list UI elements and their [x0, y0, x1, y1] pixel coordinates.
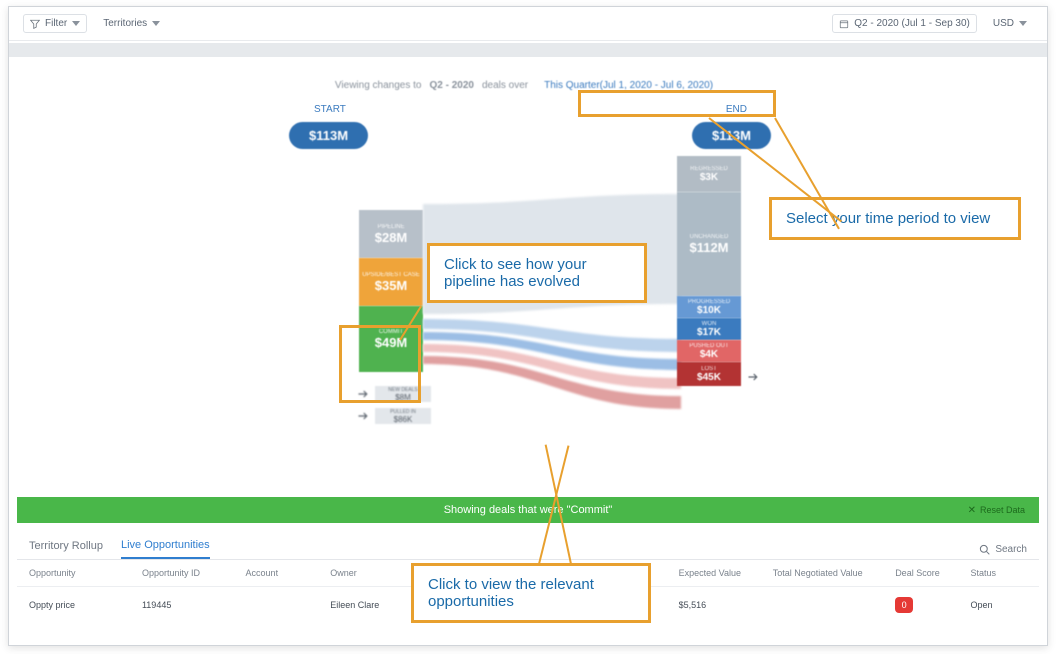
viewing-description: Viewing changes to Q2 - 2020 deals over …	[9, 77, 1047, 94]
end-category-stack: REGRESSED $3K UNCHANGED $112M PROGRESSED…	[677, 156, 741, 386]
banner-text: Showing deals that were "Commit"	[444, 504, 613, 516]
annotation-opps-text: Click to view the relevant opportunities	[428, 576, 594, 610]
annotation-relevant-opps: Click to view the relevant opportunities	[411, 563, 651, 623]
lower-tabs: Territory Rollup Live Opportunities Sear…	[17, 531, 1039, 560]
unchanged-label: UNCHANGED	[690, 234, 729, 240]
inflow-pulled-in[interactable]: PULLED IN $86K	[375, 408, 431, 424]
lost-value: $45K	[697, 372, 721, 383]
viewing-prefix: Viewing changes to	[335, 80, 422, 91]
category-lost[interactable]: LOST $45K	[677, 362, 741, 386]
won-label: WON	[702, 321, 717, 327]
deal-score-badge: 0	[895, 597, 913, 613]
period-selector-button[interactable]: Q2 - 2020 (Jul 1 - Sep 30)	[832, 14, 977, 33]
col-owner[interactable]: Owner	[330, 568, 415, 578]
reset-data-button[interactable]: ✕ Reset Data	[968, 505, 1025, 516]
territories-button[interactable]: Territories	[97, 15, 166, 32]
annotation-highlight-commit	[339, 325, 421, 403]
currency-button[interactable]: USD	[987, 15, 1033, 32]
pulled-in-value: $86K	[394, 415, 413, 424]
annotation-time-period-text: Select your time period to view	[786, 210, 990, 227]
col-status[interactable]: Status	[971, 568, 1027, 578]
start-label: START	[314, 104, 346, 115]
annotation-pipeline-text: Click to see how your pipeline has evolv…	[444, 256, 587, 290]
cell-expected: $5,516	[679, 600, 773, 610]
arrow-right-icon	[357, 410, 369, 422]
separator-bar	[9, 43, 1047, 57]
category-pushed-out[interactable]: PUSHED OUT $4K	[677, 340, 741, 362]
progressed-label: PROGRESSED	[688, 299, 730, 305]
col-account[interactable]: Account	[246, 568, 331, 578]
progressed-value: $10K	[697, 305, 721, 316]
start-value-pill[interactable]: $113M	[289, 122, 368, 149]
won-value: $17K	[697, 327, 721, 338]
regressed-value: $3K	[700, 172, 718, 183]
category-progressed[interactable]: PROGRESSED $10K	[677, 296, 741, 318]
cell-status: Open	[971, 600, 1027, 610]
chevron-down-icon	[72, 21, 80, 26]
currency-label: USD	[993, 18, 1014, 29]
upside-label: UPSIDE/BEST CASE	[362, 272, 420, 278]
tab-live-opportunities[interactable]: Live Opportunities	[121, 539, 210, 559]
category-upside[interactable]: UPSIDE/BEST CASE $35M	[359, 258, 423, 306]
regressed-label: REGRESSED	[690, 166, 728, 172]
col-expected-value[interactable]: Expected Value	[679, 568, 773, 578]
col-negotiated-value[interactable]: Total Negotiated Value	[773, 568, 895, 578]
cell-owner: Eileen Clare	[330, 600, 415, 610]
top-toolbar: Filter Territories Q2 - 2020 (Jul 1 - Se…	[9, 7, 1047, 41]
col-deal-score[interactable]: Deal Score	[895, 568, 970, 578]
unchanged-value: $112M	[689, 240, 728, 255]
tab-territory-rollup[interactable]: Territory Rollup	[29, 540, 103, 558]
territories-label: Territories	[103, 18, 147, 29]
category-unchanged[interactable]: UNCHANGED $112M	[677, 192, 741, 296]
cell-opportunity: Oppty price	[29, 600, 142, 610]
viewing-middle: deals over	[482, 80, 528, 91]
category-regressed[interactable]: REGRESSED $3K	[677, 156, 741, 192]
upside-value: $35M	[375, 278, 408, 293]
annotation-time-period: Select your time period to view	[769, 197, 1021, 240]
annotation-highlight-period	[578, 90, 776, 117]
pushed-label: PUSHED OUT	[689, 343, 728, 349]
pipeline-label: PIPELINE	[377, 224, 404, 230]
filter-banner: Showing deals that were "Commit" ✕ Reset…	[17, 497, 1039, 523]
reset-label: Reset Data	[980, 505, 1025, 515]
viewing-period: Q2 - 2020	[429, 80, 473, 91]
pipeline-value: $28M	[375, 230, 408, 245]
filter-label: Filter	[45, 18, 67, 29]
category-won[interactable]: WON $17K	[677, 318, 741, 340]
col-opportunity-id[interactable]: Opportunity ID	[142, 568, 246, 578]
annotation-pipeline-evolved: Click to see how your pipeline has evolv…	[427, 243, 647, 303]
filter-button[interactable]: Filter	[23, 14, 87, 33]
pushed-value: $4K	[700, 349, 718, 360]
search-label: Search	[995, 544, 1027, 555]
search-icon	[979, 544, 990, 555]
search-button[interactable]: Search	[979, 544, 1027, 555]
filter-icon	[30, 19, 40, 29]
cell-oppid: 119445	[142, 600, 246, 610]
arrow-right-icon	[747, 371, 759, 383]
period-label: Q2 - 2020 (Jul 1 - Sep 30)	[854, 18, 970, 29]
chevron-down-icon	[152, 21, 160, 26]
lost-label: LOST	[701, 366, 717, 372]
category-pipeline[interactable]: PIPELINE $28M	[359, 210, 423, 258]
calendar-icon	[839, 19, 849, 29]
col-opportunity[interactable]: Opportunity	[29, 568, 142, 578]
chevron-down-icon	[1019, 21, 1027, 26]
